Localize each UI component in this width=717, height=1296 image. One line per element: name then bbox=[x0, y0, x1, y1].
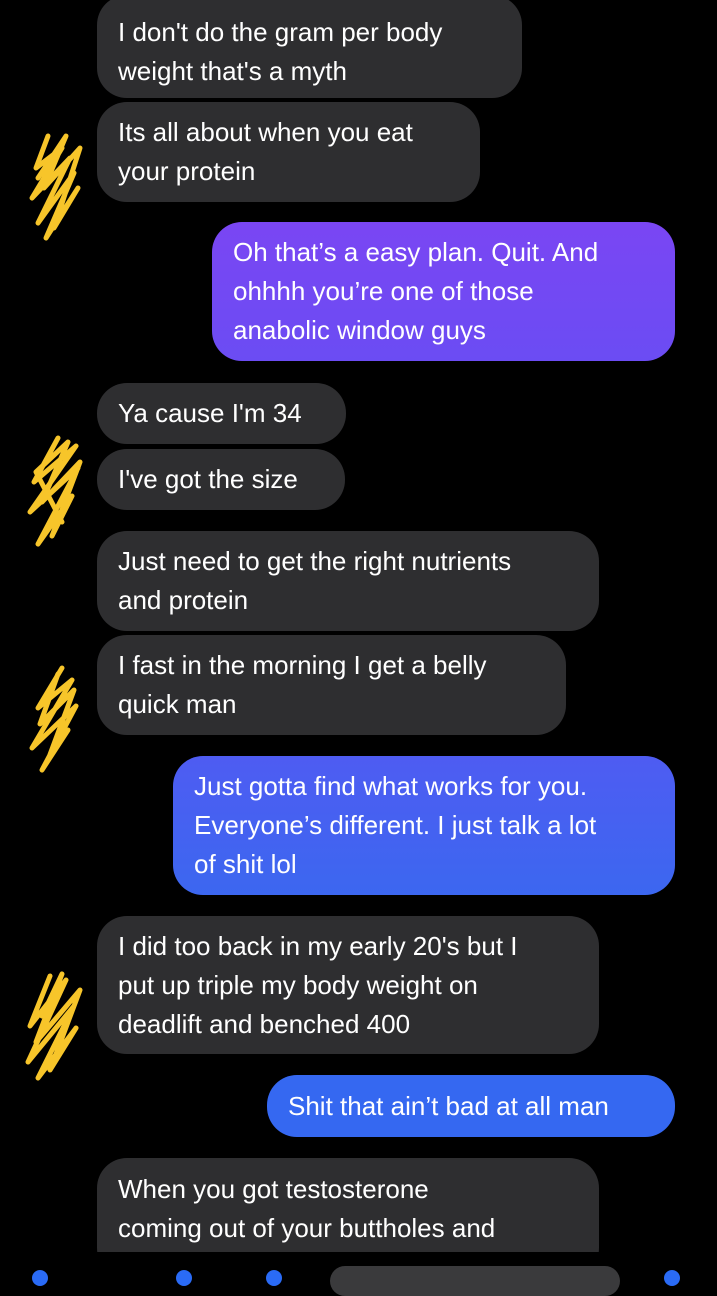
message-text: Just gotta find what works for you. Ever… bbox=[194, 771, 597, 879]
outgoing-message-bubble[interactable]: Just gotta find what works for you. Ever… bbox=[173, 756, 675, 895]
incoming-message-bubble[interactable]: I fast in the morning I get a belly quic… bbox=[97, 635, 566, 735]
message-text: Shit that ain’t bad at all man bbox=[288, 1090, 609, 1121]
avatar-scribbled-out bbox=[29, 133, 83, 241]
like-icon[interactable] bbox=[664, 1270, 680, 1286]
message-text: Ya cause I'm 34 bbox=[118, 398, 302, 428]
message-text: Its all about when you eat your protein bbox=[118, 117, 413, 186]
outgoing-message-bubble[interactable]: Oh that’s a easy plan. Quit. And ohhhh y… bbox=[212, 222, 675, 361]
message-text: I fast in the morning I get a belly quic… bbox=[118, 650, 487, 719]
incoming-message-bubble[interactable]: I've got the size bbox=[97, 449, 345, 510]
avatar-scribbled-out bbox=[27, 435, 83, 547]
camera-icon[interactable] bbox=[32, 1270, 48, 1286]
message-text: I did too back in my early 20's but I pu… bbox=[118, 930, 518, 1039]
avatar-scribbled-out bbox=[25, 971, 83, 1081]
microphone-icon[interactable] bbox=[266, 1270, 282, 1286]
incoming-message-bubble[interactable]: I did too back in my early 20's but I pu… bbox=[97, 916, 599, 1054]
incoming-message-bubble[interactable]: I don't do the gram per body weight that… bbox=[97, 0, 522, 98]
message-text: Oh that’s a easy plan. Quit. And ohhhh y… bbox=[233, 237, 599, 345]
message-text: I've got the size bbox=[118, 464, 298, 494]
incoming-message-bubble[interactable]: Its all about when you eat your protein bbox=[97, 102, 480, 202]
outgoing-message-bubble[interactable]: Shit that ain’t bad at all man bbox=[267, 1075, 675, 1137]
avatar-scribbled-out bbox=[29, 665, 79, 773]
message-text: Just need to get the right nutrients and… bbox=[118, 546, 512, 615]
message-text: I don't do the gram per body weight that… bbox=[118, 16, 443, 86]
image-icon[interactable] bbox=[176, 1270, 192, 1286]
message-input[interactable] bbox=[330, 1266, 620, 1296]
incoming-message-bubble[interactable]: Just need to get the right nutrients and… bbox=[97, 531, 599, 631]
message-text: When you got testosterone coming out of … bbox=[118, 1174, 496, 1243]
incoming-message-bubble[interactable]: Ya cause I'm 34 bbox=[97, 383, 346, 444]
